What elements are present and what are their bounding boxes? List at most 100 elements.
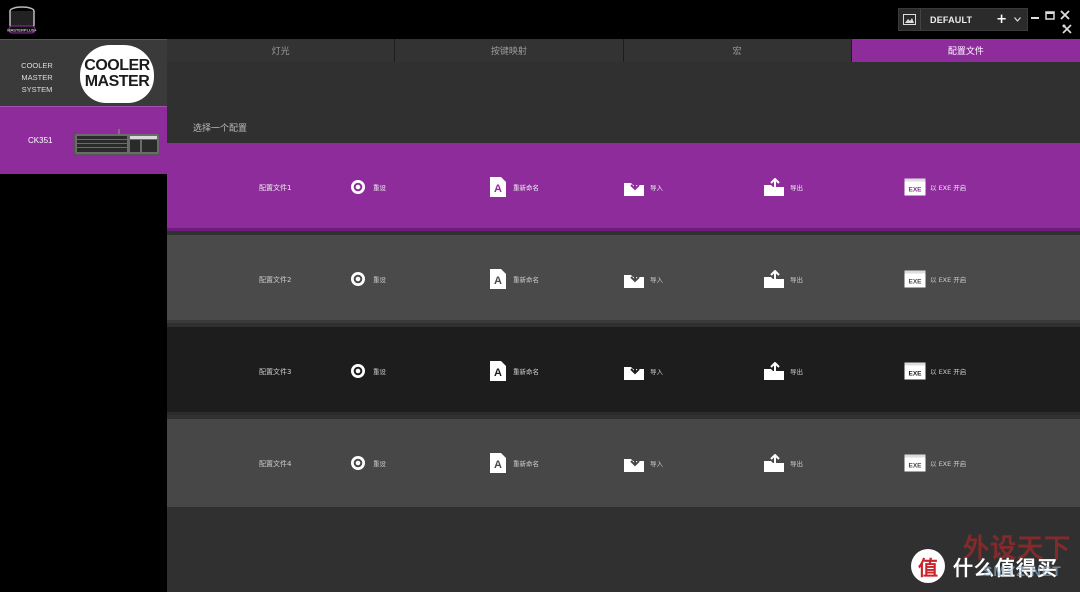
tab-key-mapping[interactable]: 按键映射 <box>395 39 624 62</box>
sidebar-item-system[interactable]: COOLER MASTER SYSTEM COOLER MASTER <box>0 39 167 106</box>
chevron-down-icon[interactable] <box>1014 15 1021 24</box>
svg-text:A: A <box>494 367 502 379</box>
rename-button[interactable]: A 重新命名 <box>487 360 539 382</box>
profile-name-2: 配置文件2 <box>259 276 292 284</box>
logo-line-2: MASTER <box>84 73 150 90</box>
window-controls <box>1030 5 1070 20</box>
exe-open-button[interactable]: EXE 以 EXE 开启 <box>904 176 966 198</box>
import-label: 导入 <box>650 184 663 192</box>
svg-text:A: A <box>494 459 502 471</box>
rename-button[interactable]: A 重新命名 <box>487 452 539 474</box>
svg-text:EXE: EXE <box>908 279 922 286</box>
sidebar: COOLER MASTER SYSTEM COOLER MASTER CK351 <box>0 39 167 592</box>
export-button[interactable]: 导出 <box>764 176 803 198</box>
watermark-logo: 值 <box>911 549 945 583</box>
reset-button[interactable]: 重设 <box>347 268 386 290</box>
rename-button[interactable]: A 重新命名 <box>487 176 539 198</box>
exe-open-button[interactable]: EXE 以 EXE 开启 <box>904 268 966 290</box>
reset-icon <box>347 452 369 474</box>
tab-bar: 灯光 按键映射 宏 配置文件 <box>167 39 1080 62</box>
reset-icon <box>347 268 369 290</box>
svg-text:EXE: EXE <box>908 187 922 194</box>
reset-button[interactable]: 重设 <box>347 452 386 474</box>
import-icon <box>624 268 646 290</box>
tab-lighting[interactable]: 灯光 <box>167 39 396 62</box>
profile-row-4[interactable]: 配置文件4 重设 A 重新命名 导入 导出 EXE 以 EXE 开启 <box>167 419 1080 507</box>
export-icon <box>764 268 786 290</box>
import-button[interactable]: 导入 <box>624 268 663 290</box>
cooler-master-logo: COOLER MASTER <box>80 45 154 103</box>
minimize-icon[interactable] <box>1030 5 1040 19</box>
reset-icon <box>347 360 369 382</box>
masterplus-logo-icon[interactable]: MASTERPLUS+ <box>6 4 38 36</box>
rename-label: 重新命名 <box>513 276 539 284</box>
watermark-site: SMYZ.NET <box>983 563 1062 579</box>
section-title: 选择一个配置 <box>193 124 248 134</box>
import-button[interactable]: 导入 <box>624 360 663 382</box>
export-button[interactable]: 导出 <box>764 452 803 474</box>
exe-icon: EXE <box>904 268 926 290</box>
keyboard-image <box>74 129 160 155</box>
export-icon <box>764 360 786 382</box>
export-label: 导出 <box>790 276 803 284</box>
tab-macro[interactable]: 宏 <box>623 39 852 62</box>
add-profile-button[interactable]: + <box>996 12 1007 27</box>
reset-label: 重设 <box>373 184 386 192</box>
export-label: 导出 <box>790 184 803 192</box>
rename-label: 重新命名 <box>513 368 539 376</box>
rename-label: 重新命名 <box>513 184 539 192</box>
maximize-icon[interactable] <box>1045 5 1055 20</box>
rename-icon: A <box>487 360 509 382</box>
profile-row-3[interactable]: 配置文件3 重设 A 重新命名 导入 导出 EXE 以 EXE 开启 <box>167 327 1080 415</box>
import-label: 导入 <box>650 368 663 376</box>
export-button[interactable]: 导出 <box>764 268 803 290</box>
import-button[interactable]: 导入 <box>624 452 663 474</box>
import-label: 导入 <box>650 276 663 284</box>
import-button[interactable]: 导入 <box>624 176 663 198</box>
profile-row-2[interactable]: 配置文件2 重设 A 重新命名 导入 导出 EXE 以 EXE 开启 <box>167 235 1080 323</box>
device-label: CK351 <box>28 136 53 145</box>
app-logo-text: MASTERPLUS+ <box>7 28 37 33</box>
reset-label: 重设 <box>373 460 386 468</box>
profile-name: DEFAULT <box>930 14 973 25</box>
tab-profiles[interactable]: 配置文件 <box>851 39 1080 62</box>
system-label: COOLER MASTER SYSTEM <box>21 61 53 94</box>
import-icon <box>624 360 646 382</box>
export-icon <box>764 176 786 198</box>
export-icon <box>764 452 786 474</box>
reset-button[interactable]: 重设 <box>347 360 386 382</box>
exe-open-label: 以 EXE 开启 <box>930 276 967 284</box>
rename-icon: A <box>487 452 509 474</box>
exe-open-label: 以 EXE 开启 <box>930 184 967 192</box>
reset-button[interactable]: 重设 <box>347 176 386 198</box>
reset-icon <box>347 176 369 198</box>
profile-name-3: 配置文件3 <box>259 368 292 376</box>
title-bar: MASTERPLUS+ DEFAULT + <box>0 0 1080 39</box>
profile-row-1[interactable]: 配置文件1 重设 A 重新命名 导入 导出 EXE 以 EXE 开启 <box>167 143 1080 231</box>
exe-open-label: 以 EXE 开启 <box>930 368 967 376</box>
reset-label: 重设 <box>373 276 386 284</box>
logo-line-1: COOLER <box>84 57 150 74</box>
exe-open-label: 以 EXE 开启 <box>930 460 967 468</box>
exe-open-button[interactable]: EXE 以 EXE 开启 <box>904 452 966 474</box>
main-panel: 灯光 按键映射 宏 配置文件 选择一个配置 配置文件1 重设 A 重新命名 导入… <box>167 39 1080 592</box>
close-icon[interactable] <box>1060 5 1070 20</box>
profile-name-4: 配置文件4 <box>259 460 292 468</box>
profile-selector[interactable]: DEFAULT + <box>898 8 1028 31</box>
sidebar-item-device[interactable]: CK351 <box>0 106 167 174</box>
rename-button[interactable]: A 重新命名 <box>487 268 539 290</box>
svg-text:A: A <box>494 275 502 287</box>
tools-icon[interactable] <box>1062 24 1072 34</box>
exe-icon: EXE <box>904 360 926 382</box>
exe-open-button[interactable]: EXE 以 EXE 开启 <box>904 360 966 382</box>
export-button[interactable]: 导出 <box>764 360 803 382</box>
exe-icon: EXE <box>904 176 926 198</box>
exe-icon: EXE <box>904 452 926 474</box>
rename-label: 重新命名 <box>513 460 539 468</box>
import-icon <box>624 452 646 474</box>
watermark: 外设天下 值 什么值得买 SMYZ.NET <box>905 525 1075 587</box>
rename-icon: A <box>487 268 509 290</box>
import-icon <box>624 176 646 198</box>
rename-icon: A <box>487 176 509 198</box>
import-label: 导入 <box>650 460 663 468</box>
